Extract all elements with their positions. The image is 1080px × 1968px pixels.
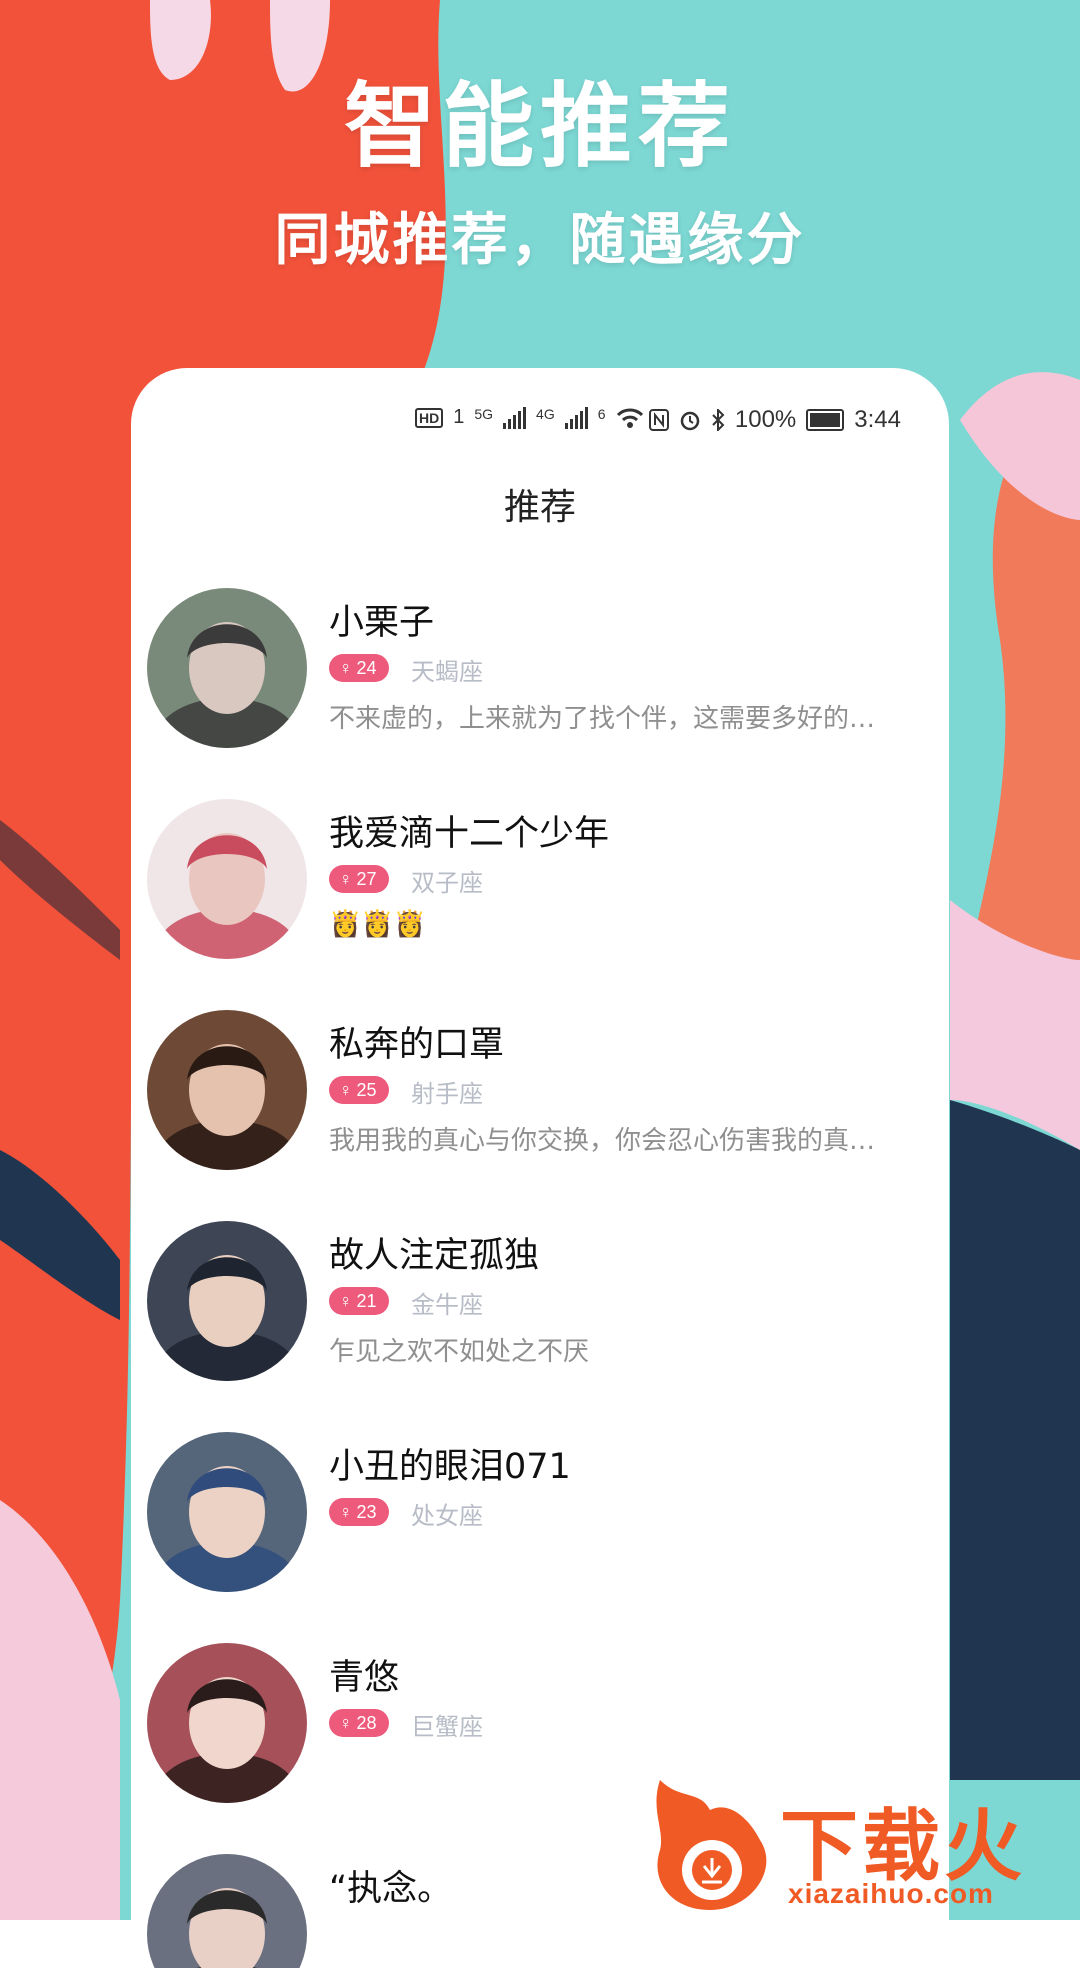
status-left-icons: HD 1 5G 4G 6: [415, 406, 644, 429]
gender-age-badge: ♀ 23: [329, 1498, 389, 1526]
user-name: 我爱滴十二个少年: [329, 814, 610, 854]
gender-age-badge: ♀ 27: [329, 865, 389, 893]
zodiac-label: 天蝎座: [411, 658, 483, 686]
battery-icon: [806, 409, 845, 431]
hd-icon: HD: [415, 407, 444, 428]
promo-subtitle: 同城推荐，随遇缘分: [274, 208, 806, 273]
avatar[interactable]: [147, 588, 307, 748]
avatar[interactable]: [147, 1854, 307, 1968]
age-label: 24: [356, 657, 377, 678]
age-label: 27: [356, 868, 377, 889]
zodiac-label: 射手座: [411, 1080, 483, 1108]
female-icon: ♀: [339, 1501, 353, 1522]
female-icon: ♀: [339, 1712, 353, 1733]
signal-icon: [564, 406, 588, 429]
age-label: 25: [356, 1079, 377, 1100]
list-item[interactable]: 我爱滴十二个少年 ♀ 27 双子座 👸👸👸: [131, 799, 949, 999]
zodiac-label: 巨蟹座: [411, 1713, 483, 1741]
phone-screen: HD 1 5G 4G 6 100% 3:44 推荐 小栗子 ♀ 24 天蝎座 不…: [131, 368, 949, 1968]
promo-title: 智能推荐: [343, 73, 736, 180]
bluetooth-icon: [712, 409, 725, 431]
signal-icon: [503, 406, 527, 429]
age-label: 23: [356, 1501, 377, 1522]
page-title: 推荐: [503, 487, 576, 528]
avatar[interactable]: [147, 1010, 307, 1170]
battery-percent: 100%: [734, 406, 797, 433]
status-bar: HD 1 5G 4G 6 100% 3:44: [131, 406, 949, 446]
gender-age-badge: ♀ 24: [329, 654, 389, 682]
avatar[interactable]: [147, 1643, 307, 1803]
list-item[interactable]: 私奔的口罩 ♀ 25 射手座 我用我的真心与你交换，你会忍心伤害我的真…: [131, 1010, 949, 1210]
user-bio: 👸👸👸: [329, 909, 427, 939]
female-icon: ♀: [339, 1290, 353, 1311]
list-item[interactable]: 小栗子 ♀ 24 天蝎座 不来虚的，上来就为了找个伴，这需要多好的…: [131, 588, 949, 788]
wifi-icon: [616, 408, 643, 428]
watermark-url: xiazaihuo.com: [788, 1878, 994, 1909]
user-name: 私奔的口罩: [329, 1025, 505, 1065]
age-label: 28: [356, 1712, 377, 1733]
status-time: 3:44: [854, 406, 901, 433]
watermark: 下载火 xiazaihuo.com: [640, 1770, 1080, 1920]
user-name: 故人注定孤独: [329, 1236, 540, 1276]
female-icon: ♀: [339, 868, 353, 889]
gender-age-badge: ♀ 25: [329, 1076, 389, 1104]
user-name: “执念。: [329, 1869, 453, 1909]
avatar[interactable]: [147, 1432, 307, 1592]
user-bio: 乍见之欢不如处之不厌: [329, 1337, 590, 1367]
female-icon: ♀: [339, 657, 353, 678]
user-name: 小栗子: [329, 603, 435, 643]
avatar[interactable]: [147, 1221, 307, 1381]
network-5g-label: 5G: [474, 406, 494, 422]
age-label: 21: [356, 1290, 377, 1311]
gender-age-badge: ♀ 21: [329, 1287, 389, 1315]
list-item[interactable]: 小丑的眼泪071 ♀ 23 处女座: [131, 1432, 949, 1632]
network-4g-label: 4G: [536, 406, 555, 422]
flame-logo-icon: [656, 1780, 767, 1910]
user-name: 青悠: [329, 1658, 400, 1698]
wifi-generation-label: 6: [597, 406, 606, 422]
sim1-label: 1: [453, 406, 465, 428]
user-bio: 我用我的真心与你交换，你会忍心伤害我的真…: [329, 1126, 876, 1156]
alarm-icon: [680, 411, 700, 431]
female-icon: ♀: [339, 1079, 353, 1100]
avatar[interactable]: [147, 799, 307, 959]
zodiac-label: 处女座: [411, 1502, 483, 1530]
list-item[interactable]: 故人注定孤独 ♀ 21 金牛座 乍见之欢不如处之不厌: [131, 1221, 949, 1421]
status-right-icons: 100% 3:44: [648, 406, 901, 434]
nfc-icon: [648, 409, 669, 431]
user-bio: 不来虚的，上来就为了找个伴，这需要多好的…: [329, 704, 876, 734]
zodiac-label: 双子座: [411, 869, 483, 897]
gender-age-badge: ♀ 28: [329, 1709, 389, 1737]
user-name: 小丑的眼泪071: [329, 1447, 571, 1487]
zodiac-label: 金牛座: [411, 1291, 483, 1319]
